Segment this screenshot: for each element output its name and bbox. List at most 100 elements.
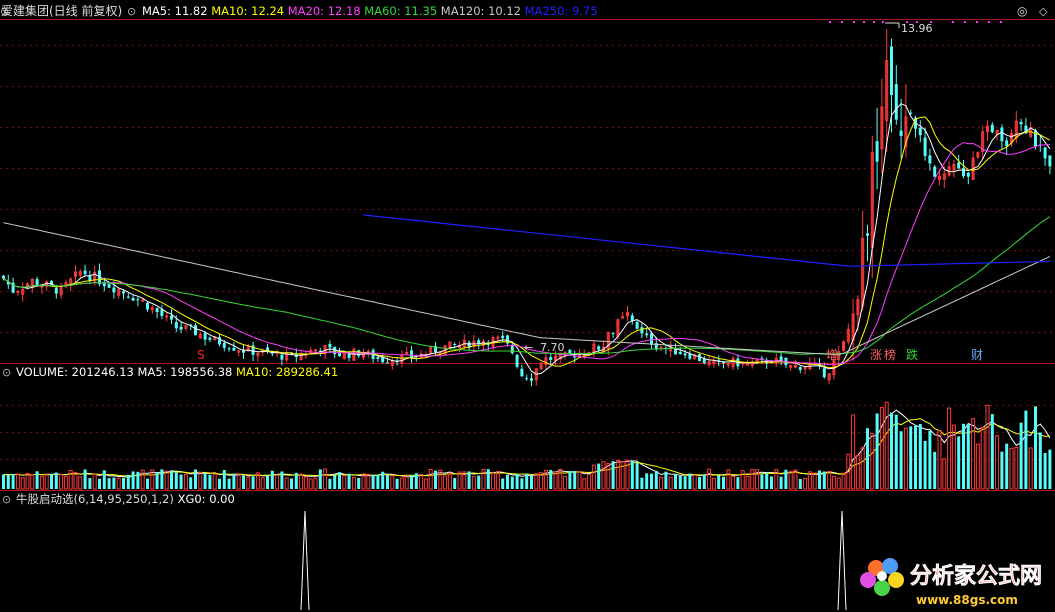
candle-body [1005, 140, 1009, 147]
candle-body [232, 347, 236, 351]
volume-bar [914, 425, 917, 489]
candle-body [237, 350, 241, 353]
volume-bar [530, 474, 533, 489]
signal-panel-icon[interactable]: ⊙ [2, 493, 11, 506]
volume-bar [280, 471, 284, 489]
volume-bar [266, 475, 269, 489]
high-price-marker: 13.96 [901, 22, 933, 35]
kline-chart-canvas[interactable]: ⊙ 爱建集团(日线 前复权) ⊙ MA5: 11.82 MA10: 12.24 … [0, 0, 1055, 612]
volume-bar [318, 469, 322, 489]
volume-indicator-row: VOLUME: 201246.13 MA5: 198556.38 MA10: 2… [16, 365, 338, 379]
ma5-line [3, 103, 1051, 375]
volume-bar [495, 470, 500, 490]
volume-bar [1009, 447, 1014, 490]
event-dot-marker[interactable] [841, 21, 843, 23]
candle-body [928, 155, 932, 164]
volume-bar [6, 474, 10, 489]
event-dot-marker[interactable] [853, 21, 855, 23]
volume-bar [236, 473, 241, 490]
volume-bar [371, 474, 375, 489]
event-dot-marker[interactable] [964, 21, 966, 23]
indicator-dropdown-icon[interactable]: ⊙ [127, 5, 136, 18]
low-price-marker: 7.70 [540, 341, 565, 354]
candle-body [405, 352, 409, 355]
volume-bar [299, 473, 304, 490]
candle-body [683, 353, 687, 356]
volume-bar [218, 478, 221, 489]
event-dot-marker[interactable] [882, 21, 884, 23]
event-tag-zhang[interactable]: 涨 [870, 347, 882, 362]
volume-bar [520, 478, 524, 489]
candle-body [597, 346, 601, 350]
event-dot-marker[interactable] [863, 21, 865, 23]
candle-body [611, 333, 615, 335]
volume-bar [597, 463, 601, 489]
candle-body [779, 356, 783, 361]
candle-body [328, 344, 332, 348]
signal-indicator-0: 牛股启动选(6,14,95,250,1,2) [16, 492, 174, 506]
volume-bar [668, 476, 673, 490]
volume-bar [827, 470, 832, 490]
event-tag-cai[interactable]: 财 [971, 348, 983, 362]
volume-bar [918, 424, 922, 489]
volume-bar [798, 478, 802, 489]
price-indicator-1: MA10: 12.24 [208, 4, 285, 18]
volume-bar [707, 468, 712, 490]
price-indicator-5: MA250: 9.75 [521, 4, 598, 18]
event-tag-die[interactable]: 跌 [906, 347, 918, 362]
candle-body [222, 342, 226, 348]
volume-bar [831, 475, 836, 490]
volume-bar [170, 470, 173, 489]
price-indicator-4: MA120: 10.12 [437, 4, 521, 18]
volume-bar [434, 470, 437, 489]
volume-bar [313, 477, 318, 490]
volume-bar [957, 436, 961, 489]
candle-body [381, 357, 385, 363]
volume-bar [549, 469, 553, 489]
candle-body [83, 270, 87, 275]
volume-bar [1005, 443, 1009, 489]
candle-body [112, 287, 116, 293]
volume-bars [2, 401, 1052, 490]
candle-body [194, 325, 197, 336]
volume-bar [702, 474, 706, 489]
candle-body [1043, 147, 1047, 159]
volume-bar [44, 474, 49, 490]
volume-bar [447, 472, 452, 490]
candle-body [496, 336, 500, 339]
event-dot-marker[interactable] [1000, 21, 1002, 23]
volume-bar [308, 478, 313, 490]
volume-bar [486, 469, 490, 489]
event-dot-marker[interactable] [952, 21, 954, 23]
candle-body [933, 166, 937, 177]
event-dot-marker[interactable] [829, 21, 831, 23]
event-tag-zeng[interactable]: 增 [826, 348, 838, 362]
volume-bar [477, 475, 481, 489]
candle-body [549, 357, 553, 361]
event-dot-marker[interactable] [988, 21, 990, 23]
event-tag-s[interactable]: S [197, 348, 205, 362]
event-dot-marker[interactable] [873, 21, 875, 23]
volume-bar [620, 460, 625, 490]
volume-bar [683, 476, 687, 489]
volume-bar [1034, 406, 1037, 489]
volume-bar [515, 474, 519, 489]
volume-bar [102, 470, 106, 489]
volume-bar [11, 474, 15, 489]
window-close-icon[interactable]: ◎ [1017, 4, 1027, 18]
window-toggle-icon[interactable]: ◇ [1039, 5, 1048, 18]
candle-body [280, 354, 284, 360]
volume-bar [855, 455, 860, 490]
volume-bar [270, 470, 274, 489]
candle-body [141, 299, 145, 302]
volume-bar [803, 478, 808, 490]
event-tag-bang[interactable]: 榜 [884, 347, 896, 362]
event-dot-marker[interactable] [976, 21, 978, 23]
volume-bar [242, 475, 245, 489]
volume-bar [122, 477, 125, 489]
volume-bar [275, 474, 280, 490]
volume-panel-icon[interactable]: ⊙ [2, 366, 11, 379]
volume-bar [386, 475, 389, 489]
volume-bar [423, 478, 428, 490]
candle-body [894, 84, 898, 120]
